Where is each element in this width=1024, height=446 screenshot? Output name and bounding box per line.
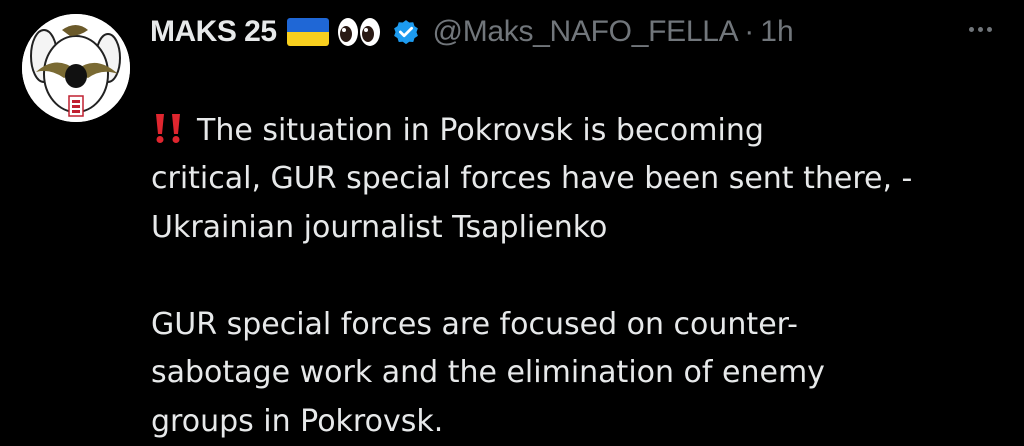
tweet-line: Ukrainian journalist Tsaplienko [151,204,1011,253]
tweet-text: The situation in Pokrovsk is becoming cr… [151,58,1011,446]
display-name[interactable]: MAKS 25 [150,15,277,49]
tweet[interactable]: MAKS 25 @Maks_NAFO_FELLA · 1h [0,0,1024,403]
tweet-line: critical, GUR special forces have been s… [151,155,1011,204]
paragraph-gap [151,252,1011,301]
tweet-header: MAKS 25 @Maks_NAFO_FELLA · 1h [150,10,794,54]
tweet-line: GUR special forces are focused on counte… [151,301,1011,350]
double-exclamation-icon [151,112,187,144]
ukraine-flag-icon [151,67,191,94]
ukraine-flag-icon [287,18,329,46]
tweet-paragraph: GUR special forces are focused on counte… [151,301,1011,446]
timestamp[interactable]: 1h [760,15,793,49]
tweet-line [151,58,1011,107]
tweet-paragraph [151,58,1011,107]
tweet-line-text: The situation in Pokrovsk is becoming [197,113,764,148]
handle[interactable]: @Maks_NAFO_FELLA [433,15,739,49]
more-options-icon[interactable] [960,14,1000,44]
tweet-line: groups in Pokrovsk. [151,398,1011,446]
eyes-emoji-icon [337,16,381,48]
nafo-avatar-icon [22,14,130,122]
verified-badge-icon[interactable] [391,17,421,47]
tweet-line: sabotage work and the elimination of ene… [151,349,1011,398]
separator: · [744,15,754,49]
avatar[interactable] [22,14,130,122]
